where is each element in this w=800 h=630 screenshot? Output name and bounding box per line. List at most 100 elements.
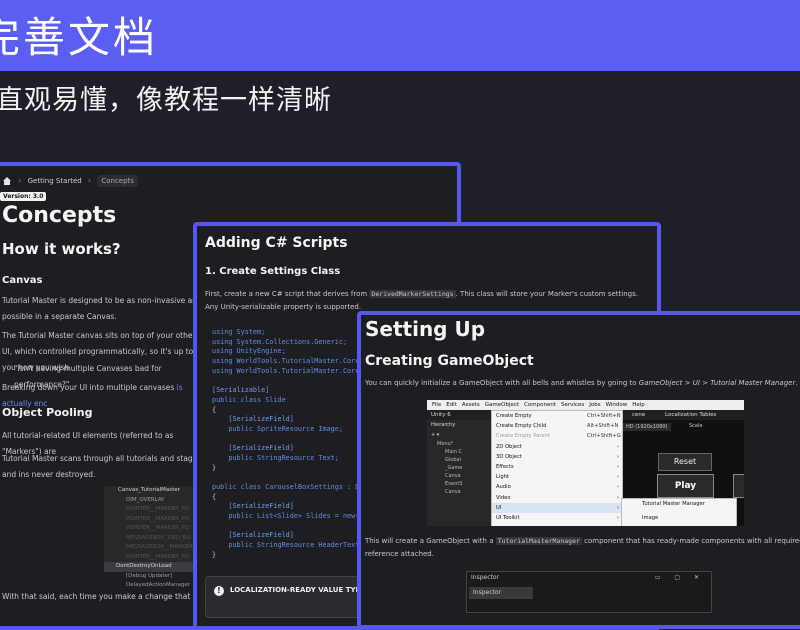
menu-item-effects: Effects ›	[492, 462, 622, 472]
section-heading: 1. Create Settings Class	[205, 266, 341, 277]
inline-code: DerivedMarkerSettings	[369, 290, 456, 298]
menu-item-label: UI Toolkit	[496, 514, 520, 521]
menu-item-video: Video ›	[492, 493, 622, 503]
chevron-right-icon: ›	[18, 176, 22, 186]
unity-hierarchy-item: EventS	[445, 481, 463, 487]
hierarchy-row: DontDestroyOnLoad	[104, 562, 199, 572]
unity-hierarchy-item: Canva	[445, 489, 461, 495]
hierarchy-screenshot: Canvas_TutorialMaster DIM_OVERLAY POINTE…	[104, 486, 199, 588]
hierarchy-row: POINTER__MARKER_PO	[126, 553, 190, 560]
menu-item-label: UI	[496, 504, 502, 511]
unity-hierarchy-item: Canva	[445, 473, 461, 479]
chevron-right-icon: ›	[616, 443, 619, 450]
inspector-tab: Inspector	[469, 587, 533, 599]
menu-item-3d-object: 3D Object ›	[492, 452, 622, 462]
hierarchy-row: POINTER__MARKER_PO	[126, 515, 190, 522]
hierarchy-row: MESSAGEBOX__MARKER	[126, 544, 193, 550]
unity-editor-screenshot: File Edit Assets GameObject Component Service…	[427, 400, 744, 526]
banner-title: 完善文档	[0, 13, 159, 62]
unity-menu-help: Help	[632, 402, 645, 408]
section-heading: Creating GameObject	[365, 353, 534, 369]
menu-item-label: Audio	[496, 484, 511, 491]
unity-menubar: File Edit Assets GameObject Component Service…	[427, 400, 744, 410]
menu-item-create-empty-parent: Create Empty Parent Ctrl+Shift+G	[492, 431, 622, 441]
paragraph-text: Breaking down your UI into multiple canv…	[2, 383, 177, 392]
inspector-title: Inspector	[471, 574, 499, 581]
unity-hierarchy-item: Menu*	[437, 441, 454, 447]
breadcrumb-item[interactable]: Getting Started	[28, 177, 82, 185]
chevron-right-icon: ›	[616, 504, 619, 511]
menu-item-create-empty-child: Create Empty Child Alt+Shift+N	[492, 421, 622, 431]
unity-menu-jobs: Jobs	[589, 402, 601, 408]
unity-menu-gameobject: GameObject	[484, 402, 520, 408]
menu-item-2d-object: 2D Object ›	[492, 442, 622, 452]
menu-item-shortcut: Ctrl+Shift+G	[587, 433, 621, 440]
scene-tab: cene	[632, 412, 646, 418]
menu-item-label: Create Empty Child	[496, 423, 547, 430]
paragraph: This will create a GameObject with a Tut…	[365, 535, 800, 561]
page-title: Setting Up	[365, 317, 486, 341]
hierarchy-row: MESSAGEBOX_2WD_BU	[126, 534, 191, 541]
unity-menu-window: Window	[605, 402, 628, 408]
paragraph: You can quickly initialize a GameObject …	[365, 379, 800, 387]
menu-item-light: Light ›	[492, 472, 622, 482]
info-icon: !	[214, 586, 224, 596]
localization-tab: Localization Tables	[665, 412, 717, 418]
ui-submenu: Tutorial Master Manager Image	[621, 498, 737, 526]
subsection-heading: Canvas	[2, 275, 43, 286]
unity-hierarchy-panel: Hierarchy + ▾ Menu* Main C Global _Game Canv…	[427, 420, 493, 526]
chevron-right-icon: ›	[616, 514, 619, 521]
chevron-right-icon: ›	[616, 494, 619, 501]
gameobject-menu: Create Empty Ctrl+Shift+N Create Empty Chi…	[491, 410, 623, 526]
submenu-item: Image	[642, 515, 659, 522]
paragraph-text: First, create a new C# script that deriv…	[205, 290, 370, 298]
unity-menu-edit: Edit	[446, 402, 457, 408]
callout-box: ! LOCALIZATION-READY VALUE TYPES	[205, 576, 377, 618]
submenu-item: Tutorial Master Manager	[642, 501, 705, 507]
scale-label: Scale	[689, 423, 703, 429]
home-icon[interactable]	[2, 176, 12, 186]
menu-item-label: Effects	[496, 463, 514, 470]
chevron-right-icon: ›	[616, 484, 619, 491]
reset-button: Reset	[658, 453, 712, 471]
paragraph-text: You can quickly initialize a GameObject …	[365, 379, 639, 387]
paragraph: Tutorial Master scans through all tutori…	[2, 454, 202, 479]
setting-up-card: Setting Up Creating GameObject You can q…	[357, 311, 800, 629]
menu-item-ui: UI ›	[492, 502, 622, 513]
page-title: Concepts	[2, 203, 117, 228]
chevron-right-icon: ›	[87, 176, 92, 186]
menu-item-shortcut: Ctrl+Shift+N	[587, 413, 621, 419]
unity-hierarchy-item: Main C	[445, 449, 463, 455]
menu-item-create-empty: Create Empty Ctrl+Shift+N	[492, 411, 622, 421]
breadcrumb-current: Concepts	[97, 175, 138, 187]
paragraph: Tutorial Master is designed to be as non…	[2, 296, 197, 321]
hierarchy-row: DIM_OVERLAY	[126, 496, 165, 503]
menu-item-label: Light	[496, 474, 509, 481]
unity-menu-services: Services	[561, 402, 585, 408]
unity-menu-file: File	[432, 402, 442, 408]
inspector-screenshot: Inspector ▭ ▢ ✕ Inspector	[466, 571, 712, 613]
resolution-dropdown: HD (1920x1080)	[623, 423, 671, 431]
version-badge: Version: 3.0	[0, 192, 47, 201]
hierarchy-row: POINTER__MARKER_PO	[126, 525, 190, 531]
chevron-right-icon: ›	[616, 453, 619, 460]
paragraph-text: This will create a GameObject with a	[365, 537, 496, 545]
menu-item-label: 2D Object	[496, 443, 522, 450]
page-title: Adding C# Scripts	[205, 235, 348, 251]
unity-menu-assets: Assets	[461, 402, 480, 408]
menu-item-label: 3D Object	[496, 453, 522, 460]
section-heading: How it works?	[2, 240, 121, 258]
chevron-right-icon: ›	[616, 463, 619, 470]
section-heading: Object Pooling	[2, 406, 93, 419]
unity-hierarchy-item: _Game	[445, 465, 463, 471]
hierarchy-row: [Debug Updater]	[126, 572, 173, 579]
menu-item-ui-toolkit: UI Toolkit ›	[492, 513, 622, 523]
chevron-right-icon: ›	[616, 474, 619, 481]
menu-item-shortcut: Alt+Shift+N	[587, 423, 619, 430]
hierarchy-row: POINTER__MARKER_PO	[126, 506, 190, 512]
unity-version-label: Unity 6	[431, 412, 451, 418]
inline-code: TutorialMasterManager	[495, 537, 582, 545]
banner: 完善文档	[0, 0, 800, 71]
callout-title: LOCALIZATION-READY VALUE TYPES	[230, 586, 371, 594]
unity-menu-component: Component	[524, 402, 557, 408]
